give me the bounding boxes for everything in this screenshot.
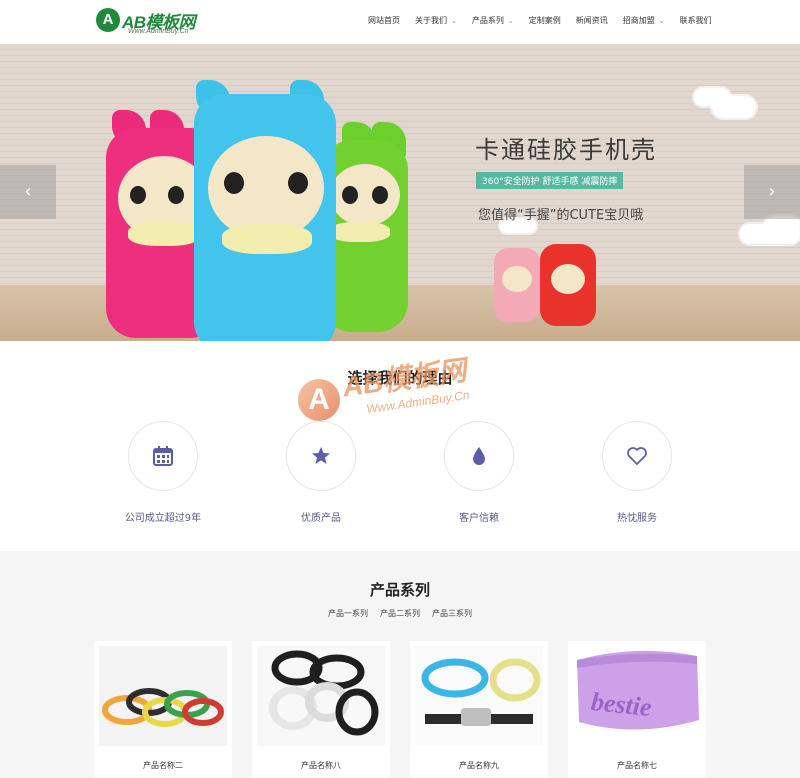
bands-image: [421, 658, 541, 726]
feature-label: 优质产品: [301, 513, 341, 524]
banner-subtitle: 您值得“手握”的CUTE宝贝哦: [478, 208, 644, 223]
tab-series-1[interactable]: 产品一系列: [328, 608, 368, 619]
star-icon: [312, 447, 330, 464]
calendar-icon: [153, 446, 173, 466]
eye-shape: [372, 186, 388, 204]
heart-icon: [627, 447, 647, 465]
nav-label: 联系我们: [679, 16, 712, 25]
eye-shape: [168, 186, 184, 204]
product-name: 产品名称八: [301, 761, 341, 770]
nav-label: 产品系列: [471, 16, 504, 25]
product-card[interactable]: 产品名称九: [410, 641, 548, 777]
product-name: 产品名称九: [459, 761, 499, 770]
feature-label: 公司成立超过9年: [124, 513, 202, 524]
feature-trust[interactable]: 客户信赖: [399, 421, 559, 524]
nav-item-about[interactable]: 关于我们 ⌄: [415, 15, 457, 26]
cloud-shape: [712, 96, 756, 118]
hero-banner[interactable]: 卡通硅胶手机壳 360°安全防护 舒适手感 减震防摔 您值得“手握”的CUTE宝…: [0, 44, 800, 341]
drop-icon: [473, 447, 485, 465]
watermark-logo: A AB模板网 Www.AdminBuy.Cn: [298, 351, 518, 431]
nav-label: 定制案例: [528, 16, 561, 25]
bow-shape: [128, 222, 200, 246]
product-name: 产品名称七: [617, 761, 657, 770]
eye-shape: [288, 172, 308, 194]
nav-item-news[interactable]: 新闻资讯: [576, 15, 608, 26]
nav-label: 招商加盟: [622, 16, 655, 25]
product-image: [415, 646, 543, 746]
product-image: bestie: [573, 646, 701, 746]
case-face: [551, 264, 585, 294]
banner-next-button[interactable]: ›: [744, 165, 800, 219]
product-image: [257, 646, 385, 746]
nav-item-home[interactable]: 网站首页: [368, 15, 400, 26]
why-choose-section: 选择我们的理由 A AB模板网 Www.AdminBuy.Cn 公司成立超过9年…: [0, 341, 800, 551]
site-logo[interactable]: A AB模板网 Www.AdminBuy.Cn: [96, 8, 226, 38]
feature-label: 热忱服务: [617, 513, 657, 524]
nav-item-cases[interactable]: 定制案例: [529, 15, 561, 26]
logo-mark: A: [96, 8, 120, 32]
logo-subtitle: Www.AdminBuy.Cn: [128, 28, 189, 35]
nav-item-contact[interactable]: 联系我们: [680, 15, 712, 26]
section-title: 产品系列: [369, 581, 430, 599]
banner-title: 卡通硅胶手机壳: [475, 136, 657, 164]
chevron-down-icon: ⌄: [507, 16, 514, 25]
case-face: [502, 266, 532, 292]
rings-image: [269, 650, 379, 736]
nav-label: 关于我们: [415, 16, 447, 25]
feature-circle: [286, 421, 356, 491]
band-engraving: bestie: [589, 686, 654, 723]
bow-shape: [222, 224, 312, 254]
feature-circle: [444, 421, 514, 491]
feature-circle: [602, 421, 672, 491]
case-face: [330, 164, 400, 226]
chevron-right-icon: ›: [768, 181, 776, 202]
product-image: [99, 646, 227, 746]
chevron-down-icon: ⌄: [658, 16, 665, 25]
tab-series-2[interactable]: 产品二系列: [380, 608, 420, 619]
product-card[interactable]: 产品名称二: [94, 641, 232, 777]
banner-prev-button[interactable]: ‹: [0, 165, 56, 219]
nav-label: 新闻资讯: [575, 16, 608, 25]
eye-shape: [130, 186, 146, 204]
chevron-down-icon: ⌄: [451, 16, 457, 25]
feature-quality[interactable]: 优质产品: [241, 421, 401, 524]
products-section: 产品系列 产品一系列 产品二系列 产品三系列 产品名称二 产品名称八 产品名称九…: [0, 551, 800, 778]
banner-tag: 360°安全防护 舒适手感 减震防摔: [476, 172, 624, 189]
chevron-left-icon: ‹: [24, 181, 32, 202]
product-card[interactable]: 产品名称八: [252, 641, 390, 777]
main-nav: 网站首页 关于我们 ⌄ 产品系列 ⌄ 定制案例 新闻资讯 招商加盟 ⌄ 联系我们: [368, 15, 727, 26]
feature-label: 客户信赖: [459, 513, 499, 524]
nav-item-products[interactable]: 产品系列 ⌄: [472, 15, 514, 26]
eye-shape: [224, 172, 244, 194]
feature-service[interactable]: 热忱服务: [557, 421, 717, 524]
product-name: 产品名称二: [143, 761, 183, 770]
product-card[interactable]: bestie 产品名称七: [568, 641, 706, 777]
site-header: A AB模板网 Www.AdminBuy.Cn 网站首页 关于我们 ⌄ 产品系列 ⌄…: [0, 0, 800, 44]
feature-circle: [128, 421, 198, 491]
product-tabs: 产品一系列 产品二系列 产品三系列: [0, 608, 800, 619]
wristbands-image: [102, 688, 224, 727]
nav-item-join[interactable]: 招商加盟 ⌄: [623, 15, 665, 26]
nav-label: 网站首页: [368, 16, 400, 25]
tab-series-3[interactable]: 产品三系列: [432, 608, 472, 619]
watermark-mark: A: [298, 379, 340, 421]
eye-shape: [342, 186, 358, 204]
feature-founded[interactable]: 公司成立超过9年: [83, 421, 243, 524]
bow-shape: [330, 222, 390, 242]
